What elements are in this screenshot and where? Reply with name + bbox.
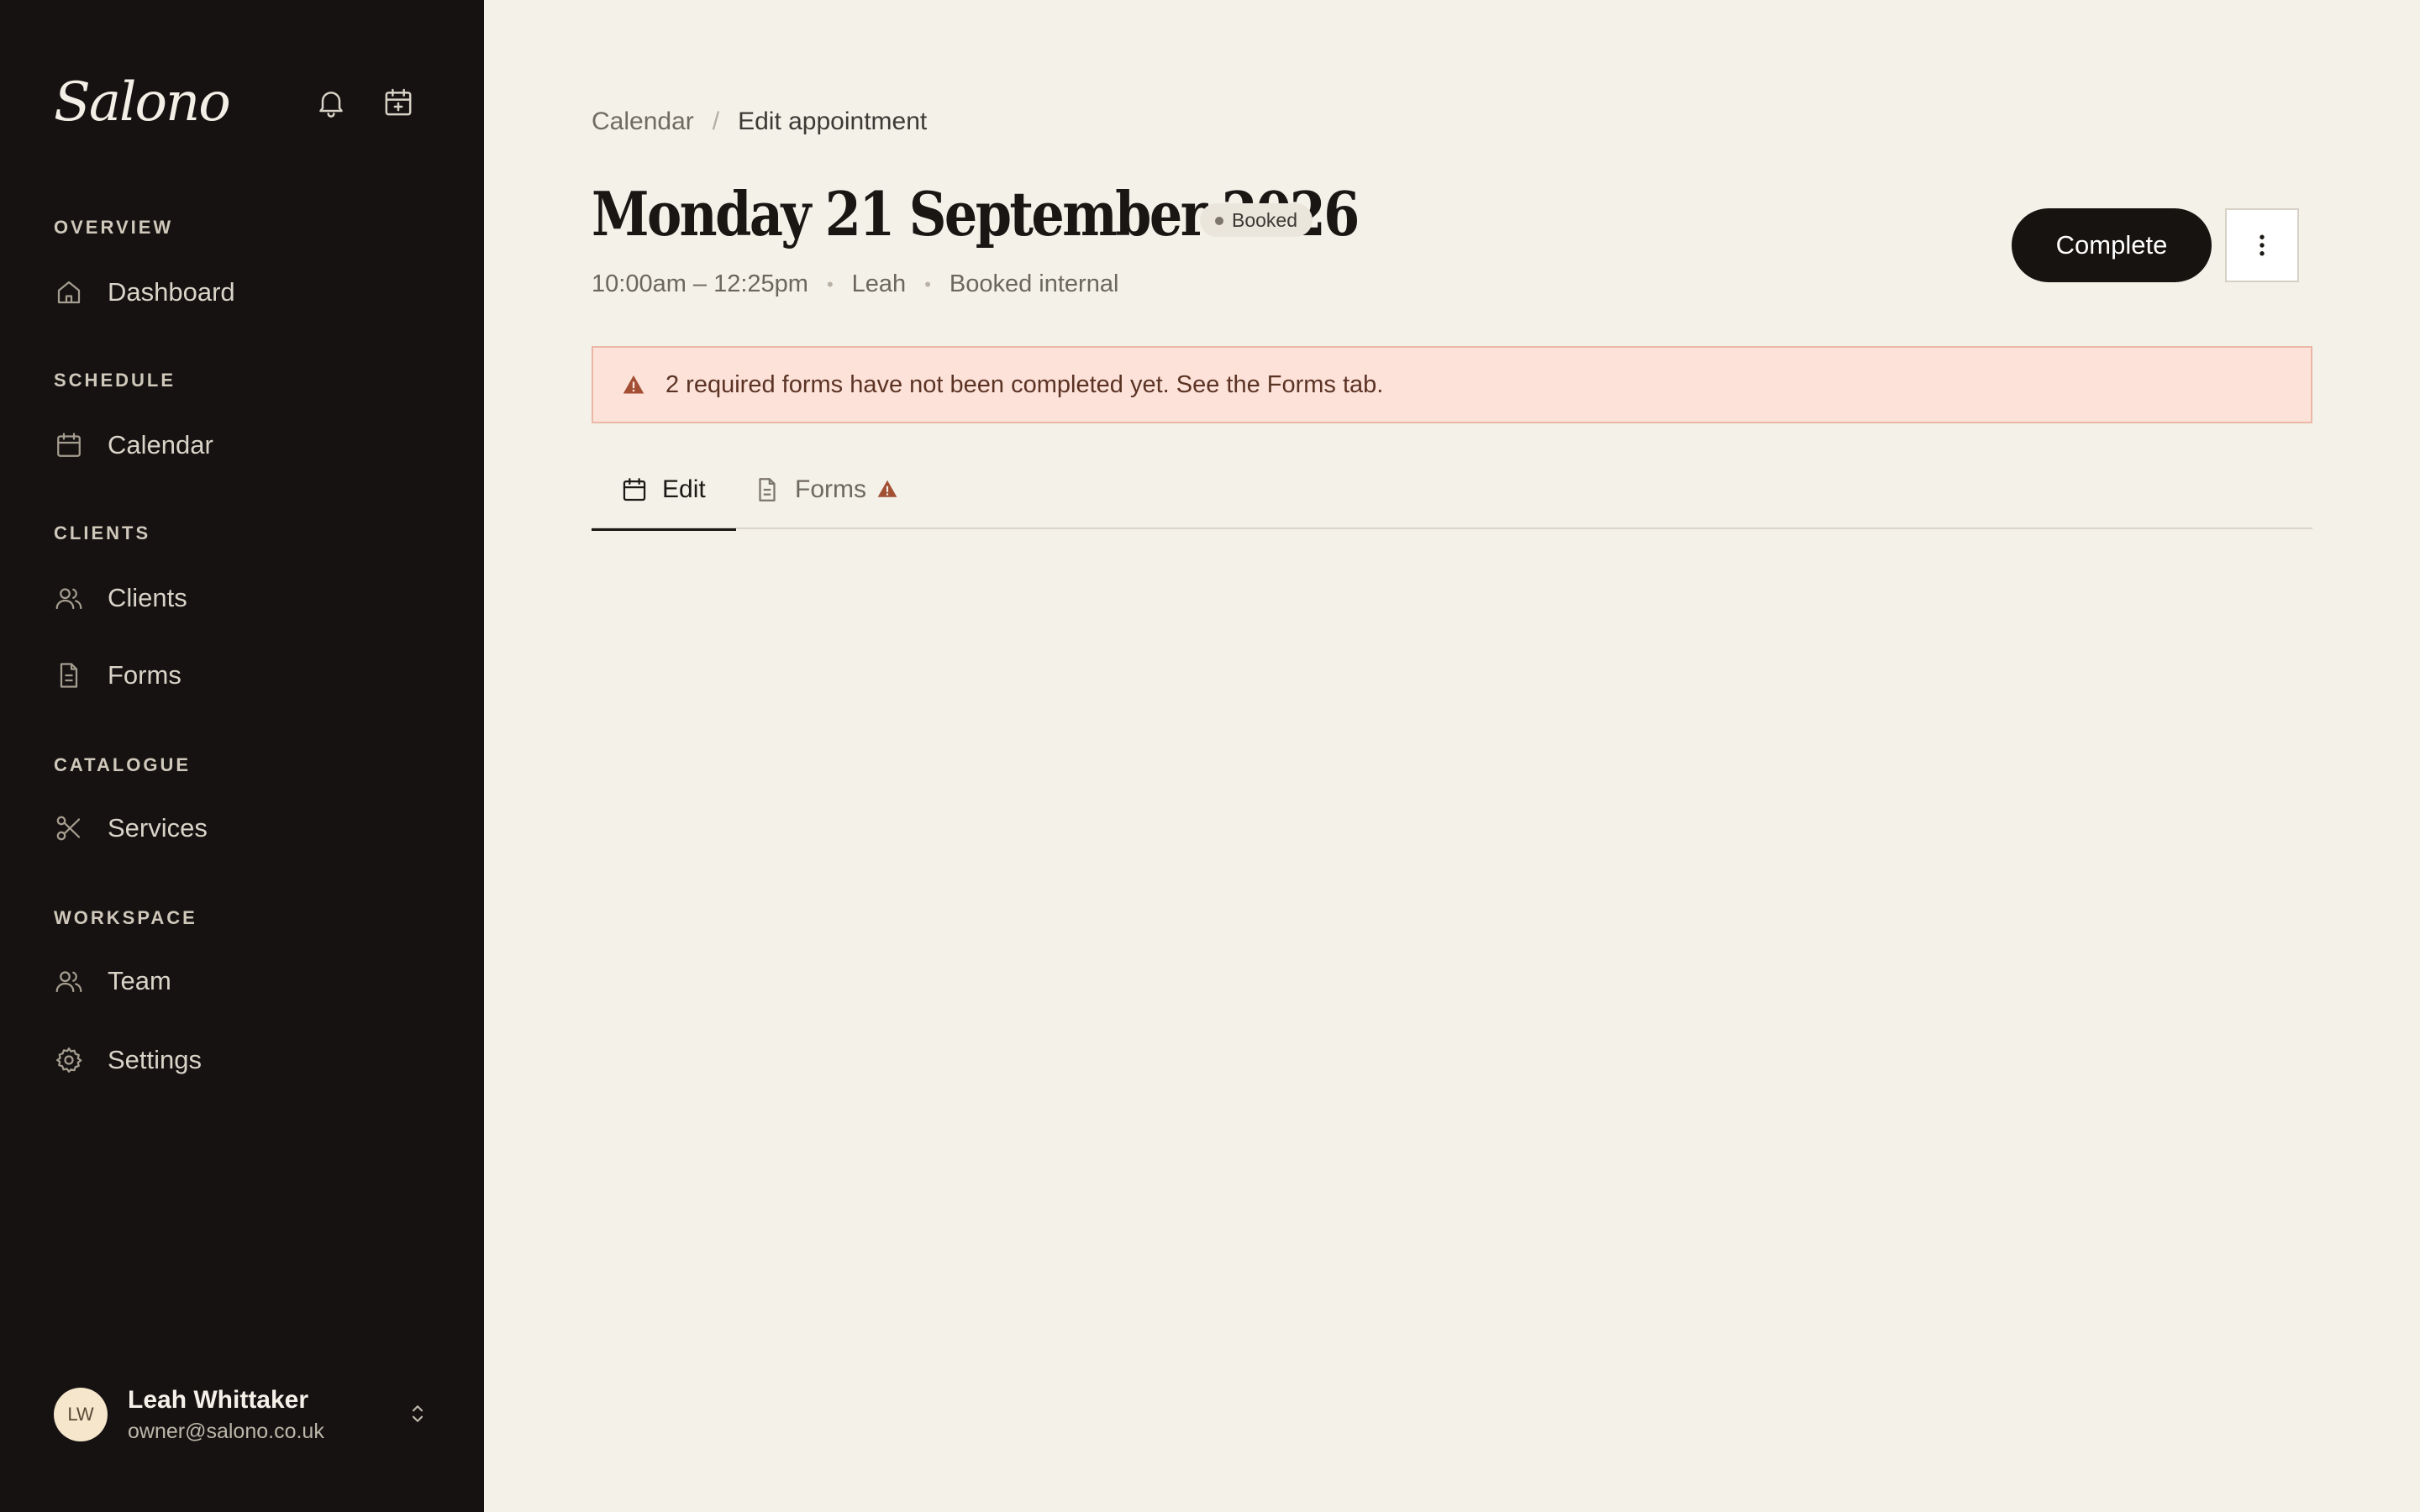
nav-group-clients: CLIENTS	[54, 522, 151, 543]
separator-dot: •	[924, 273, 931, 295]
sidebar-item-label: Team	[108, 966, 171, 995]
sidebar-item-label: Dashboard	[108, 277, 235, 307]
status-dot	[1215, 217, 1223, 225]
tab-edit[interactable]: Edit	[592, 460, 736, 531]
booking-source: Booked internal	[949, 270, 1119, 297]
sidebar-item-label: Forms	[108, 660, 182, 690]
tab-label: Edit	[662, 475, 706, 503]
sidebar-item-team[interactable]: Team	[54, 958, 440, 1005]
sidebar: Salono OVERVIEW Dashboard SCHEDULE Calen…	[0, 0, 484, 1512]
chevron-up-down-icon[interactable]	[405, 1399, 430, 1428]
calendar-icon	[620, 475, 649, 504]
separator-dot: •	[826, 273, 834, 295]
logo[interactable]: Salono	[54, 60, 231, 144]
user-name: Leah Whittaker	[128, 1386, 309, 1414]
sidebar-item-clients[interactable]: Clients	[54, 575, 440, 622]
calendar-icon	[54, 430, 84, 460]
staff-name: Leah	[851, 270, 907, 297]
calendar-add-icon[interactable]	[381, 86, 415, 119]
sidebar-item-label: Settings	[108, 1045, 203, 1074]
breadcrumb-link-calendar[interactable]: Calendar	[592, 108, 694, 136]
warning-icon	[622, 373, 645, 396]
sidebar-item-calendar[interactable]: Calendar	[54, 422, 440, 469]
document-icon	[753, 475, 781, 504]
warning-icon	[876, 478, 898, 500]
appointment-summary: 10:00am – 12:25pm • Leah • Booked intern…	[592, 270, 1118, 298]
sidebar-item-label: Calendar	[108, 430, 213, 459]
forms-warning-alert: 2 required forms have not been completed…	[592, 346, 2312, 423]
complete-button[interactable]: Complete	[2012, 208, 2212, 282]
nav-group-workspace: WORKSPACE	[54, 907, 197, 928]
document-icon	[54, 660, 84, 690]
home-icon	[54, 277, 84, 307]
brand-row: Salono	[54, 60, 424, 144]
sidebar-item-forms[interactable]: Forms	[54, 652, 440, 699]
breadcrumb-separator: /	[712, 108, 720, 135]
sidebar-item-label: Clients	[108, 583, 187, 612]
user-menu[interactable]: LW Leah Whittaker owner@salono.co.uk	[54, 1384, 440, 1445]
sidebar-item-dashboard[interactable]: Dashboard	[54, 269, 440, 316]
users-icon	[54, 583, 84, 613]
breadcrumb: Calendar / Edit appointment	[592, 108, 927, 136]
more-options-button[interactable]	[2225, 208, 2299, 282]
more-vertical-icon	[2247, 230, 2277, 260]
alert-message: 2 required forms have not been completed…	[666, 370, 1384, 398]
gear-icon	[54, 1045, 84, 1075]
sidebar-item-services[interactable]: Services	[54, 805, 440, 852]
time-range: 10:00am – 12:25pm	[592, 270, 808, 297]
tab-label: Forms	[795, 475, 866, 503]
bell-icon[interactable]	[314, 86, 348, 119]
users-icon	[54, 966, 84, 996]
nav-group-catalogue: CATALOGUE	[54, 754, 192, 775]
main-content: Calendar / Edit appointment Monday 21 Se…	[484, 0, 2420, 1512]
user-email: owner@salono.co.uk	[128, 1420, 324, 1443]
avatar: LW	[54, 1388, 108, 1441]
tab-forms[interactable]: Forms	[753, 460, 898, 529]
status-label: Booked	[1232, 208, 1298, 231]
tab-bar: Edit Forms	[592, 460, 2312, 531]
sidebar-item-settings[interactable]: Settings	[54, 1037, 440, 1084]
breadcrumb-current: Edit appointment	[738, 108, 928, 135]
sidebar-item-label: Services	[108, 813, 208, 843]
status-badge: Booked	[1200, 203, 1313, 237]
nav-group-schedule: SCHEDULE	[54, 370, 176, 391]
nav-group-overview: OVERVIEW	[54, 217, 174, 238]
scissors-icon	[54, 813, 84, 843]
